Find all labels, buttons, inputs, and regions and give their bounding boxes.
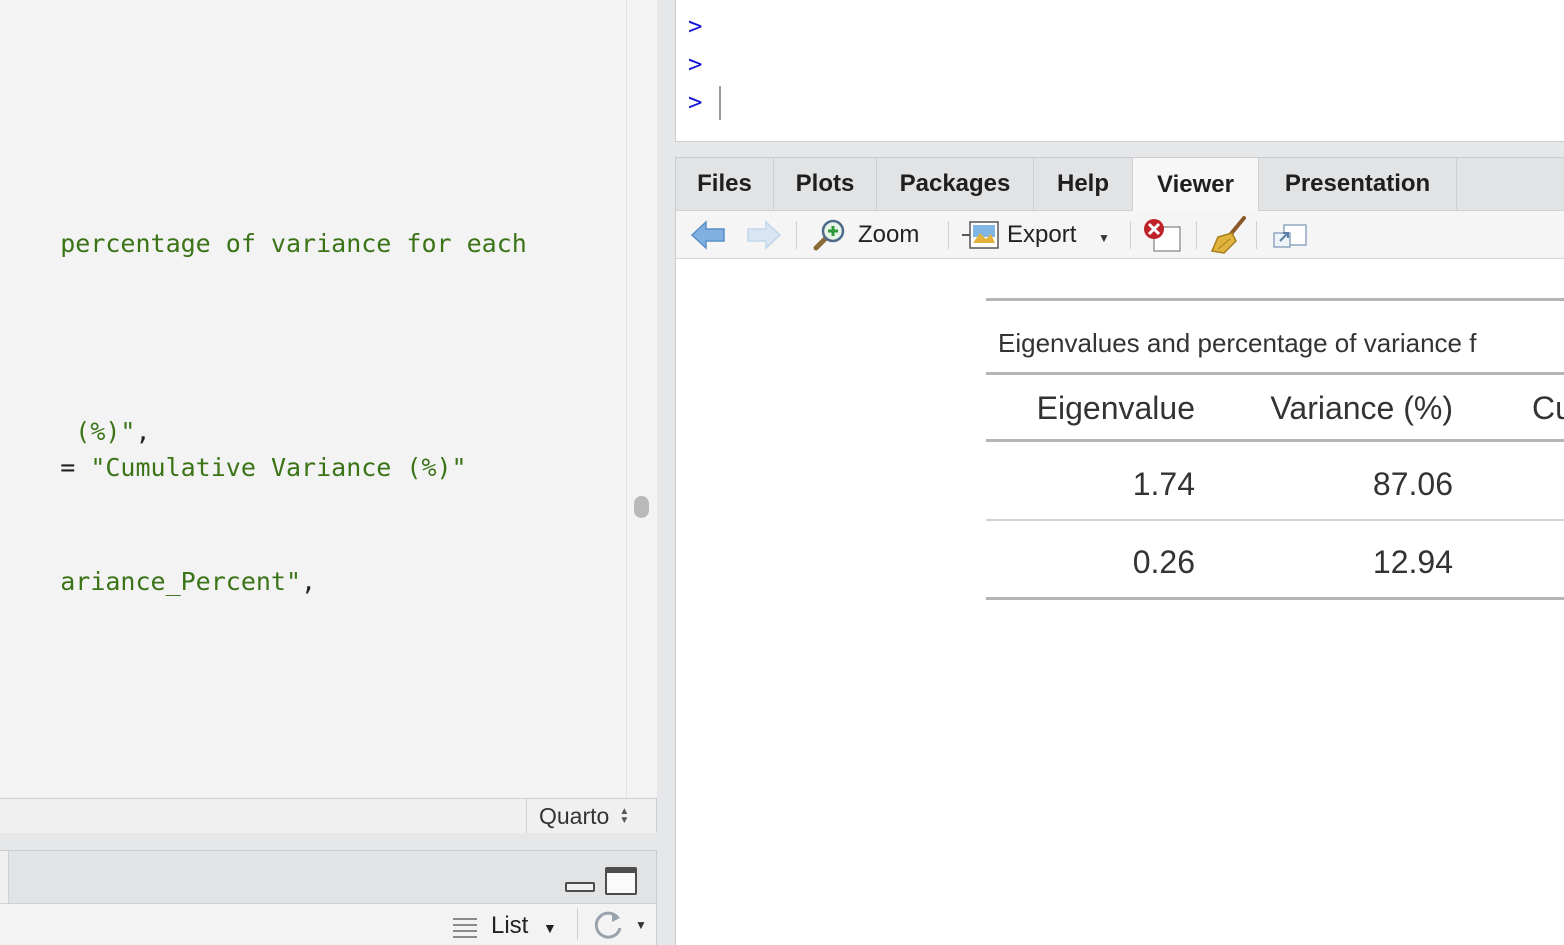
table-cell: 12.94 — [1372, 544, 1453, 580]
toolbar-separator — [796, 221, 797, 249]
table-cell: 87.06 — [1372, 466, 1453, 502]
tab-stub[interactable] — [0, 851, 9, 903]
remove-current-viewer-icon[interactable] — [1142, 217, 1182, 253]
tab-presentation[interactable]: Presentation — [1259, 158, 1457, 210]
code-line[interactable]: percentage of variance for each — [0, 200, 527, 287]
refresh-dropdown-caret-icon[interactable]: ▼ — [635, 918, 647, 932]
tab-plots[interactable]: Plots — [774, 158, 877, 210]
table-bottom-rule — [986, 597, 1564, 600]
toolbar-separator — [1196, 221, 1197, 249]
language-label: Quarto — [539, 802, 610, 829]
viewer-pane: Files Plots Packages Help Viewer Present… — [675, 157, 1564, 945]
column-header: Eigenvalue — [1036, 390, 1195, 426]
toolbar-separator — [577, 908, 578, 940]
export-image-icon[interactable] — [962, 219, 1000, 251]
show-in-new-window-icon[interactable] — [1272, 219, 1308, 251]
up-down-arrows-icon: ▲ ▼ — [619, 806, 630, 826]
table-title: Eigenvalues and percentage of variance f — [998, 328, 1477, 358]
tab-files[interactable]: Files — [676, 158, 774, 210]
tab-packages[interactable]: Packages — [877, 158, 1034, 210]
column-header: Variance (%) — [1270, 390, 1453, 426]
environment-pane: List ▼ ▼ — [0, 850, 657, 945]
minimize-pane-icon[interactable] — [565, 879, 595, 892]
console-input-cursor[interactable] — [719, 86, 721, 120]
viewer-tabbar: Files Plots Packages Help Viewer Present… — [676, 158, 1564, 211]
dropdown-caret-icon: ▼ — [543, 920, 557, 936]
console-pane[interactable]: > > > — [675, 0, 1564, 142]
editor-scrollbar-thumb[interactable] — [634, 496, 649, 518]
toolbar-separator — [1130, 221, 1131, 249]
code-line[interactable]: = "Cumulative Variance (%)" — [0, 424, 466, 511]
editor-scrollbar-track[interactable] — [626, 0, 657, 798]
table-top-rule — [986, 298, 1564, 301]
tab-help[interactable]: Help — [1034, 158, 1133, 210]
language-selector[interactable]: Quarto ▲ ▼ — [526, 799, 656, 833]
console-prompt: > — [688, 50, 703, 78]
tab-viewer[interactable]: Viewer — [1133, 158, 1259, 211]
source-editor[interactable]: percentage of variance for each (%)", = … — [0, 0, 657, 833]
table-cell: 0.26 — [1132, 544, 1195, 580]
list-view-icon — [453, 916, 477, 938]
viewer-toolbar: Zoom Export ▼ — [676, 211, 1564, 259]
console-prompt: > — [688, 12, 703, 40]
table-cell: 1.74 — [1132, 466, 1195, 502]
broom-icon[interactable] — [1210, 215, 1248, 255]
column-header: Cu — [1532, 390, 1564, 426]
forward-arrow-icon[interactable] — [746, 219, 782, 251]
environment-tabstrip — [0, 851, 656, 904]
editor-status-bar: Quarto ▲ ▼ — [0, 798, 656, 833]
refresh-icon[interactable] — [592, 908, 626, 940]
table-rule — [986, 372, 1564, 375]
export-button[interactable]: Export — [1007, 221, 1076, 249]
zoom-button[interactable]: Zoom — [858, 221, 919, 249]
view-mode-label: List — [491, 912, 529, 939]
back-arrow-icon[interactable] — [690, 219, 726, 251]
code-line[interactable]: ariance_Percent", — [0, 538, 316, 625]
environment-toolbar: List ▼ ▼ — [0, 904, 656, 945]
maximize-pane-icon[interactable] — [605, 867, 637, 895]
table-row-divider — [986, 519, 1564, 521]
console-prompt: > — [688, 88, 703, 116]
toolbar-separator — [948, 221, 949, 249]
toolbar-separator — [1256, 221, 1257, 249]
export-dropdown-caret-icon[interactable]: ▼ — [1098, 231, 1110, 245]
table-rule — [986, 439, 1564, 442]
view-mode-dropdown[interactable]: List ▼ — [491, 912, 557, 940]
zoom-magnifier-icon[interactable] — [812, 218, 848, 252]
